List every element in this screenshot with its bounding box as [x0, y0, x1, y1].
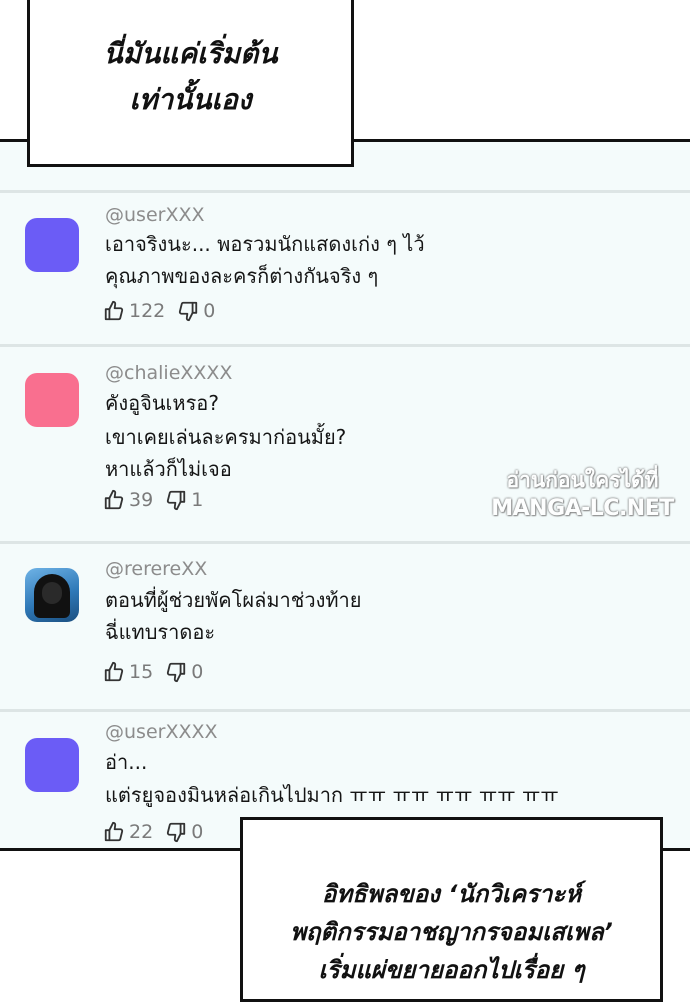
thumbs-down-icon [179, 301, 198, 322]
comment-actions: 22 0 [103, 819, 203, 845]
thumbs-down-icon [167, 822, 186, 843]
dislike-button[interactable] [165, 489, 187, 511]
avatar[interactable] [25, 738, 79, 792]
dislike-count: 1 [191, 489, 204, 511]
like-button[interactable] [103, 821, 125, 843]
comment-username[interactable]: @userXXXX [105, 720, 218, 744]
comment-text-line: อ่า... [105, 750, 148, 774]
comment-username[interactable]: @userXXX [105, 203, 205, 227]
comment-divider [0, 709, 690, 712]
comment-text-line: ตอนที่ผู้ช่วยพัคโผล่มาช่วงท้าย [105, 588, 362, 612]
watermark-line: MANGA-LC.NET [491, 496, 674, 521]
comment-username[interactable]: @rerereXX [105, 557, 207, 581]
dislike-count: 0 [191, 661, 204, 683]
comment-text-line: คังอูจินเหรอ? [105, 391, 219, 415]
thumbs-up-icon [104, 300, 124, 321]
avatar[interactable] [25, 568, 79, 622]
dislike-button[interactable] [177, 300, 199, 322]
comment-actions: 15 0 [103, 659, 203, 685]
watermark: อ่านก่อนใครได้ที่ MANGA-LC.NET [480, 466, 685, 524]
thumbs-up-icon [104, 661, 124, 682]
comment-divider [0, 541, 690, 544]
thumbs-down-icon [167, 662, 186, 683]
comment-actions: 39 1 [103, 487, 203, 513]
dislike-button[interactable] [165, 821, 187, 843]
avatar[interactable] [25, 218, 79, 272]
comment-text-line: แต่รยูจองมินหล่อเกินไปมาก ㅠㅠ ㅠㅠ ㅠㅠ ㅠㅠ ㅠㅠ [105, 783, 559, 807]
thumbs-up-icon [104, 489, 124, 510]
comment-username[interactable]: @chalieXXXX [105, 361, 232, 385]
comment-divider [0, 190, 690, 193]
watermark-line: อ่านก่อนใครได้ที่ [506, 468, 659, 492]
thumbs-up-icon [104, 821, 124, 842]
avatar[interactable] [25, 373, 79, 427]
dislike-button[interactable] [165, 661, 187, 683]
bubble-text-line: เท่านั้นเอง [129, 83, 252, 116]
comment-divider [0, 344, 690, 347]
dislike-count: 0 [191, 821, 204, 843]
comment-text-line: คุณภาพของละครก็ต่างกันจริง ๆ [105, 264, 379, 288]
like-button[interactable] [103, 489, 125, 511]
comment-text-line: ฉี่แทบราดอะ [105, 620, 216, 644]
speech-bubble-top: นี่มันแค่เริ่มต้น เท่านั้นเอง [27, 0, 354, 167]
bubble-text-line: พฤติกรรมอาชญากรจอมเสเพล’ [290, 918, 613, 946]
speech-bubble-bottom: อิทธิพลของ ‘นักวิเคราะห์ พฤติกรรมอาชญากร… [240, 817, 663, 1002]
comment-actions: 122 0 [103, 298, 215, 324]
comment-text-line: หาแล้วก็ไม่เจอ [105, 457, 232, 481]
bubble-text-line: อิทธิพลของ ‘นักวิเคราะห์ [321, 880, 582, 908]
bubble-text-line: เริ่มแผ่ขยายออกไปเรื่อย ๆ [318, 956, 585, 984]
comment-text-line: เอาจริงนะ... พอรวมนักแสดงเก่ง ๆ ไว้ [105, 232, 425, 256]
like-count: 122 [129, 300, 166, 322]
comment-text-line: เขาเคยเล่นละครมาก่อนมั้ย? [105, 425, 347, 449]
like-count: 39 [129, 489, 154, 511]
bubble-text-line: นี่มันแค่เริ่มต้น [103, 37, 278, 70]
thumbs-down-icon [167, 490, 186, 511]
like-button[interactable] [103, 300, 125, 322]
dislike-count: 0 [203, 300, 216, 322]
like-count: 22 [129, 821, 154, 843]
like-count: 15 [129, 661, 154, 683]
like-button[interactable] [103, 661, 125, 683]
